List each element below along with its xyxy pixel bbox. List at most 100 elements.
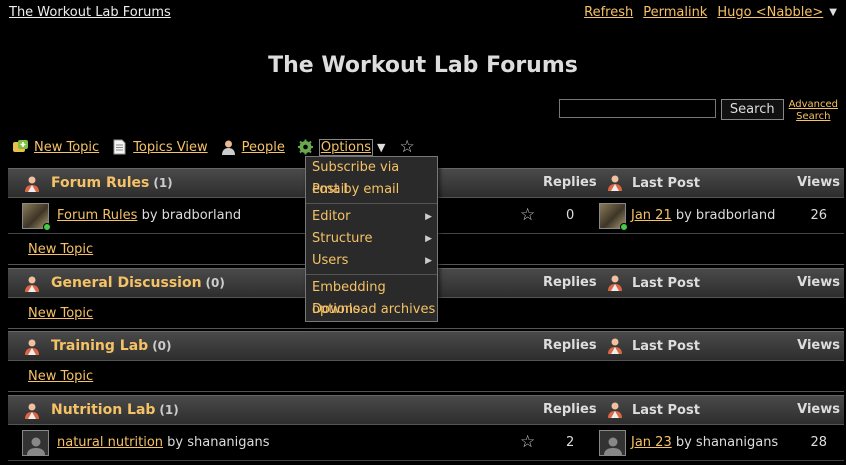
forum-section: Training Lab (0) Replies Last Post Views … xyxy=(8,331,844,392)
menu-divider xyxy=(306,274,437,275)
submenu-arrow-icon: ▶ xyxy=(425,256,432,266)
star-icon[interactable]: ☆ xyxy=(399,137,414,157)
top-bar: The Workout Lab Forums Refresh Permalink… xyxy=(9,5,837,23)
replies-count: 0 xyxy=(566,208,575,223)
topic-link[interactable]: natural nutrition xyxy=(57,435,163,450)
user-menu-caret-icon[interactable]: ▼ xyxy=(829,7,837,18)
forum-topic-count: (1) xyxy=(153,176,173,190)
menu-item-post-by-email[interactable]: Post by email xyxy=(306,179,437,201)
new-topic-icon xyxy=(13,140,28,152)
default-avatar-icon xyxy=(603,437,622,455)
topic-row: natural nutrition by shananigans ☆ 2 Jan… xyxy=(8,425,844,461)
options-dropdown-icon[interactable]: ▼ xyxy=(377,141,385,154)
star-icon[interactable]: ☆ xyxy=(520,205,535,225)
topics-view-link[interactable]: Topics View xyxy=(133,140,207,155)
refresh-link[interactable]: Refresh xyxy=(584,5,633,20)
topics-view-item: Topics View xyxy=(111,139,208,155)
topic-entry: natural nutrition by shananigans xyxy=(57,435,270,450)
star-icon[interactable]: ☆ xyxy=(520,432,535,452)
avatar[interactable] xyxy=(599,430,626,456)
forum-topic-count: (0) xyxy=(152,339,172,353)
forum-user-icon xyxy=(25,403,39,419)
permalink-link[interactable]: Permalink xyxy=(643,5,707,20)
forum-toolbar: New Topic Topics View People Options ▼ ☆ xyxy=(12,137,415,157)
forum-title[interactable]: Nutrition Lab (1) xyxy=(51,402,179,418)
forum-section: Nutrition Lab (1) Replies Last Post Views… xyxy=(8,395,844,461)
gear-icon xyxy=(297,139,313,155)
options-link[interactable]: Options xyxy=(318,138,374,156)
last-post-author: by shananigans xyxy=(675,435,779,450)
search-area: Search Advanced Search xyxy=(558,99,838,123)
page-title: The Workout Lab Forums xyxy=(268,53,578,78)
last-post-column-header: Last Post xyxy=(632,276,700,291)
last-post-column-header: Last Post xyxy=(632,339,700,354)
views-count: 28 xyxy=(810,435,827,450)
last-post-date-link[interactable]: Jan 23 xyxy=(631,435,672,450)
replies-column-header: Replies xyxy=(543,275,597,290)
forum-title[interactable]: General Discussion (0) xyxy=(51,275,225,291)
user-menu-link[interactable]: Hugo <Nabble> xyxy=(717,5,823,20)
topic-link[interactable]: Forum Rules xyxy=(57,208,137,223)
topic-entry: Forum Rules by bradborland xyxy=(57,208,241,223)
document-icon xyxy=(113,139,126,155)
new-topic-link[interactable]: New Topic xyxy=(28,369,93,384)
forum-header: Training Lab (0) Replies Last Post Views xyxy=(8,331,844,361)
submenu-arrow-icon: ▶ xyxy=(425,212,432,222)
new-topic-item: New Topic xyxy=(12,139,99,155)
search-button[interactable]: Search xyxy=(720,99,784,120)
menu-item-users[interactable]: Users ▶ xyxy=(306,250,437,272)
forum-user-icon xyxy=(25,176,39,192)
forum-user-icon xyxy=(25,276,39,292)
forum-title[interactable]: Forum Rules (1) xyxy=(51,175,173,191)
last-post-user-icon xyxy=(608,402,622,418)
online-indicator xyxy=(620,223,628,231)
new-topic-link[interactable]: New Topic xyxy=(28,306,93,321)
replies-count: 2 xyxy=(566,435,575,450)
people-item: People xyxy=(220,139,285,155)
site-home-link[interactable]: The Workout Lab Forums xyxy=(9,5,171,20)
submenu-arrow-icon: ▶ xyxy=(425,234,432,244)
search-input[interactable] xyxy=(558,99,716,118)
menu-divider xyxy=(306,203,437,204)
views-count: 26 xyxy=(810,208,827,223)
new-topic-row: New Topic xyxy=(8,361,844,392)
default-avatar-icon xyxy=(26,437,45,455)
views-column-header: Views xyxy=(797,175,840,190)
menu-item-structure[interactable]: Structure ▶ xyxy=(306,228,437,250)
replies-column-header: Replies xyxy=(543,402,597,417)
replies-column-header: Replies xyxy=(543,338,597,353)
last-post-column-header: Last Post xyxy=(632,176,700,191)
menu-item-editor[interactable]: Editor ▶ xyxy=(306,206,437,228)
forum-title[interactable]: Training Lab (0) xyxy=(51,338,172,354)
forum-header: Nutrition Lab (1) Replies Last Post Views xyxy=(8,395,844,425)
advanced-search-link[interactable]: Advanced Search xyxy=(789,99,838,123)
new-topic-link[interactable]: New Topic xyxy=(34,140,99,155)
last-post-user-icon xyxy=(608,175,622,191)
menu-item-download-archives[interactable]: Download archives xyxy=(306,299,437,321)
forum-user-icon xyxy=(25,339,39,355)
advanced-search-label-2: Search xyxy=(796,111,831,122)
new-topic-link[interactable]: New Topic xyxy=(28,242,93,257)
views-column-header: Views xyxy=(797,402,840,417)
last-post-date-link[interactable]: Jan 21 xyxy=(631,208,672,223)
avatar[interactable] xyxy=(22,430,49,456)
options-menu: Subscribe via email Post by email Editor… xyxy=(305,156,438,322)
options-item: Options ▼ ☆ xyxy=(297,137,415,157)
avatar[interactable] xyxy=(22,203,51,231)
menu-item-subscribe[interactable]: Subscribe via email xyxy=(306,157,437,197)
forum-topic-count: (0) xyxy=(205,276,225,290)
online-indicator xyxy=(43,223,51,231)
topic-author: by shananigans xyxy=(167,435,270,450)
advanced-search-label-1: Advanced xyxy=(788,99,838,110)
forum-topic-count: (1) xyxy=(159,403,179,417)
replies-column-header: Replies xyxy=(543,175,597,190)
top-right-links: Refresh Permalink Hugo <Nabble> ▼ xyxy=(584,5,837,20)
menu-item-embedding-options[interactable]: Embedding options xyxy=(306,277,437,317)
last-post-author: by bradborland xyxy=(675,208,776,223)
person-icon xyxy=(221,140,235,155)
topic-author: by bradborland xyxy=(141,208,242,223)
avatar[interactable] xyxy=(599,203,628,231)
people-link[interactable]: People xyxy=(242,140,285,155)
last-post-entry: Jan 23 by shananigans xyxy=(631,435,778,450)
views-column-header: Views xyxy=(797,275,840,290)
